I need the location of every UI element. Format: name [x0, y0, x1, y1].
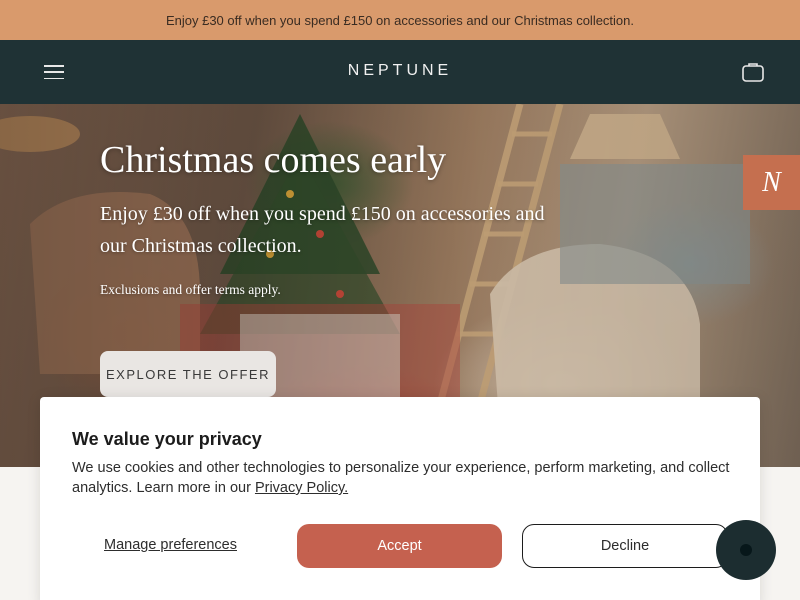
promo-text: Enjoy £30 off when you spend £150 on acc…	[165, 12, 635, 28]
cookie-body-text: We use cookies and other technologies to…	[72, 460, 730, 496]
site-header: NEPTUNE	[0, 40, 800, 104]
site-logo[interactable]: NEPTUNE	[0, 62, 800, 80]
privacy-policy-link[interactable]: Privacy Policy.	[255, 480, 348, 496]
chat-dot	[740, 544, 752, 556]
hero-content: Christmas comes early Enjoy £30 off when…	[100, 139, 570, 298]
cookie-title: We value your privacy	[72, 429, 262, 449]
hamburger-menu-icon[interactable]	[44, 63, 66, 81]
cookie-description: We use cookies and other technologies to…	[72, 458, 742, 498]
shopping-bag-icon[interactable]	[740, 59, 766, 85]
hero-title: Christmas comes early	[100, 139, 447, 181]
hero-subtitle: Enjoy £30 off when you spend £150 on acc…	[100, 202, 545, 257]
promo-bar: Enjoy £30 off when you spend £150 on acc…	[0, 0, 800, 40]
explore-offer-button[interactable]: EXPLORE THE OFFER	[100, 351, 276, 397]
side-badge[interactable]: N	[743, 155, 800, 210]
accept-button[interactable]: Accept	[297, 524, 502, 568]
chat-icon[interactable]	[716, 520, 776, 580]
decline-button[interactable]: Decline	[522, 524, 728, 568]
manage-preferences-link[interactable]: Manage preferences	[104, 537, 237, 553]
cookie-consent-dialog: We value your privacy We use cookies and…	[40, 397, 760, 600]
hero-terms: Exclusions and offer terms apply.	[100, 281, 281, 297]
